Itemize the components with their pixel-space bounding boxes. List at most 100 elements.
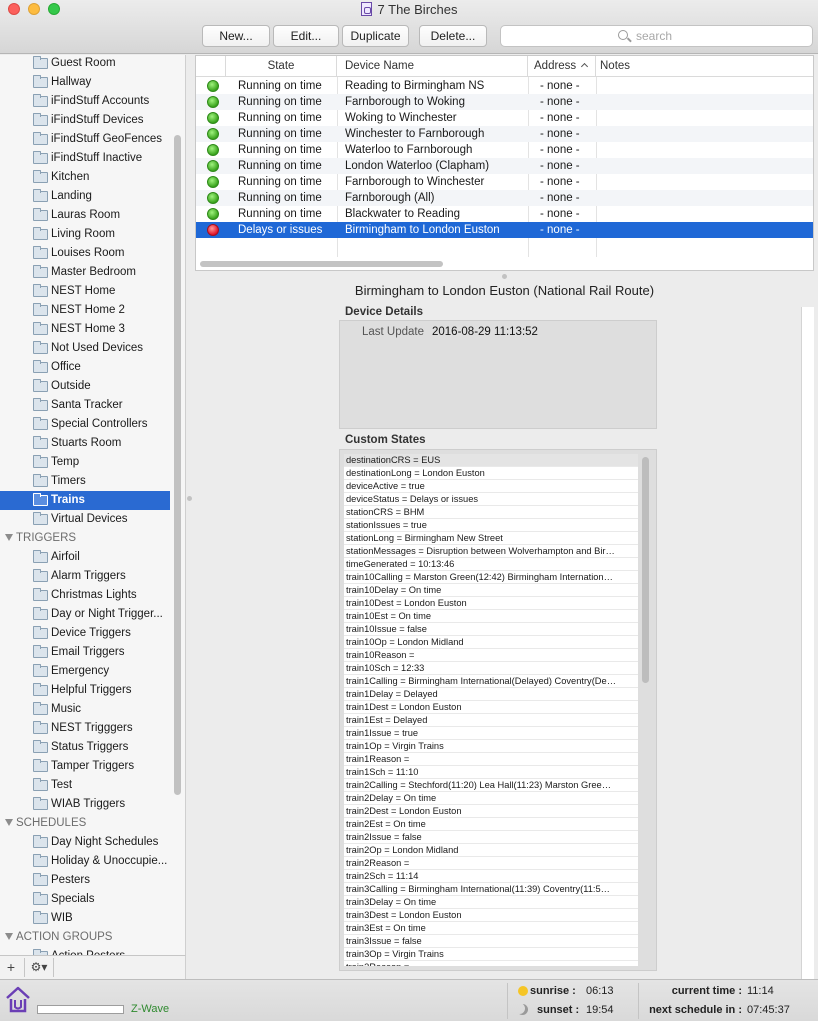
sidebar-item-status-triggers[interactable]: Status Triggers xyxy=(0,738,170,757)
sidebar-item-helpful-triggers[interactable]: Helpful Triggers xyxy=(0,681,170,700)
sidebar-item-emergency[interactable]: Emergency xyxy=(0,662,170,681)
split-view-handle[interactable] xyxy=(187,496,192,501)
sidebar-item-special-controllers[interactable]: Special Controllers xyxy=(0,415,170,434)
sidebar-item-test[interactable]: Test xyxy=(0,776,170,795)
table-row[interactable]: Running on time Blackwater to Reading - no… xyxy=(196,206,813,222)
custom-state-row[interactable]: timeGenerated = 10:13:46 xyxy=(344,558,638,571)
sidebar-item-stuarts-room[interactable]: Stuarts Room xyxy=(0,434,170,453)
status-column-header[interactable] xyxy=(196,56,226,77)
pane-split-handle[interactable] xyxy=(502,274,507,279)
sidebar-item-day-or-night-trigger[interactable]: Day or Night Trigger... xyxy=(0,605,170,624)
table-row[interactable]: Running on time Farnborough (All) - none - xyxy=(196,190,813,206)
sidebar-item-not-used-devices[interactable]: Not Used Devices xyxy=(0,339,170,358)
sidebar-item-wib[interactable]: WIB xyxy=(0,909,170,928)
sidebar-item-nest-home[interactable]: NEST Home xyxy=(0,282,170,301)
sidebar-item-wiab-triggers[interactable]: WIAB Triggers xyxy=(0,795,170,814)
custom-state-row[interactable]: deviceStatus = Delays or issues xyxy=(344,493,638,506)
custom-state-row[interactable]: train10Reason = xyxy=(344,649,638,662)
edit-button[interactable]: Edit... xyxy=(273,25,339,47)
custom-state-row[interactable]: train3Op = Virgin Trains xyxy=(344,948,638,961)
sidebar-item-outside[interactable]: Outside xyxy=(0,377,170,396)
sidebar-scrollbar[interactable] xyxy=(174,135,181,795)
sidebar-item-living-room[interactable]: Living Room xyxy=(0,225,170,244)
sidebar-item-kitchen[interactable]: Kitchen xyxy=(0,168,170,187)
table-horizontal-scrollbar[interactable] xyxy=(200,261,443,267)
table-row[interactable]: Running on time Farnborough to Woking - no… xyxy=(196,94,813,110)
custom-state-row[interactable]: train2Dest = London Euston xyxy=(344,805,638,818)
sidebar-item-trains[interactable]: Trains xyxy=(0,491,170,510)
sidebar-item-ifindstuff-accounts[interactable]: iFindStuff Accounts xyxy=(0,92,170,111)
custom-state-row[interactable]: deviceActive = true xyxy=(344,480,638,493)
table-row[interactable]: Running on time Woking to Winchester - non… xyxy=(196,110,813,126)
custom-state-row[interactable]: train1Sch = 11:10 xyxy=(344,766,638,779)
sidebar-item-louises-room[interactable]: Louises Room xyxy=(0,244,170,263)
disclosure-triangle-icon[interactable] xyxy=(5,819,13,826)
state-column-header[interactable]: State xyxy=(226,56,337,77)
sidebar-item-santa-tracker[interactable]: Santa Tracker xyxy=(0,396,170,415)
sidebar-item-landing[interactable]: Landing xyxy=(0,187,170,206)
custom-states-scrollbar[interactable] xyxy=(642,457,649,683)
table-row[interactable]: Delays or issues Birmingham to London Eus… xyxy=(196,222,813,238)
custom-state-row[interactable]: train1Dest = London Euston xyxy=(344,701,638,714)
custom-states-list[interactable]: destinationCRS = EUS destinationLong = Lo… xyxy=(344,454,638,966)
sidebar-item-music[interactable]: Music xyxy=(0,700,170,719)
custom-state-row[interactable]: train2Delay = On time xyxy=(344,792,638,805)
disclosure-triangle-icon[interactable] xyxy=(5,933,13,940)
custom-state-row[interactable]: train1Calling = Birmingham International… xyxy=(344,675,638,688)
sidebar-item-ifindstuff-devices[interactable]: iFindStuff Devices xyxy=(0,111,170,130)
custom-state-row[interactable]: train10Calling = Marston Green(12:42) Bi… xyxy=(344,571,638,584)
table-row[interactable]: Running on time Waterloo to Farnborough - … xyxy=(196,142,813,158)
custom-state-row[interactable]: train10Delay = On time xyxy=(344,584,638,597)
sidebar-item-action-pesters[interactable]: Action Pesters xyxy=(0,947,170,955)
sidebar-item-holiday-unoccupie[interactable]: Holiday & Unoccupie... xyxy=(0,852,170,871)
custom-state-row[interactable]: destinationCRS = EUS xyxy=(344,454,638,467)
sidebar-item-master-bedroom[interactable]: Master Bedroom xyxy=(0,263,170,282)
custom-state-row[interactable]: train10Issue = false xyxy=(344,623,638,636)
new-button[interactable]: New... xyxy=(202,25,270,47)
sidebar-item-hallway[interactable]: Hallway xyxy=(0,73,170,92)
custom-state-row[interactable]: train10Dest = London Euston xyxy=(344,597,638,610)
custom-state-row[interactable]: train3Issue = false xyxy=(344,935,638,948)
custom-state-row[interactable]: train3Reason = xyxy=(344,961,638,966)
custom-state-row[interactable]: train3Delay = On time xyxy=(344,896,638,909)
delete-button[interactable]: Delete... xyxy=(419,25,487,47)
gear-menu-button[interactable]: ⚙▾ xyxy=(24,958,54,977)
search-input[interactable]: search xyxy=(500,25,813,47)
table-row[interactable]: Running on time Farnborough to Winchester… xyxy=(196,174,813,190)
sidebar-item-lauras-room[interactable]: Lauras Room xyxy=(0,206,170,225)
custom-state-row[interactable]: train2Issue = false xyxy=(344,831,638,844)
table-row[interactable]: Running on time London Waterloo (Clapham)… xyxy=(196,158,813,174)
sidebar-item-specials[interactable]: Specials xyxy=(0,890,170,909)
custom-state-row[interactable]: train3Calling = Birmingham International… xyxy=(344,883,638,896)
sidebar-section-triggers[interactable]: TRIGGERS xyxy=(0,529,170,548)
table-row[interactable]: Running on time Winchester to Farnborough… xyxy=(196,126,813,142)
custom-state-row[interactable]: train1Issue = true xyxy=(344,727,638,740)
sidebar-item-pesters[interactable]: Pesters xyxy=(0,871,170,890)
duplicate-button[interactable]: Duplicate xyxy=(342,25,409,47)
sidebar-section-schedules[interactable]: SCHEDULES xyxy=(0,814,170,833)
custom-state-row[interactable]: stationCRS = BHM xyxy=(344,506,638,519)
custom-state-row[interactable]: train1Reason = xyxy=(344,753,638,766)
notes-column-header[interactable]: Notes xyxy=(596,56,813,77)
sidebar-item-guest-room[interactable]: Guest Room xyxy=(0,55,170,73)
sidebar-item-virtual-devices[interactable]: Virtual Devices xyxy=(0,510,170,529)
sidebar-item-ifindstuff-geofences[interactable]: iFindStuff GeoFences xyxy=(0,130,170,149)
custom-state-row[interactable]: train2Sch = 11:14 xyxy=(344,870,638,883)
custom-state-row[interactable]: train2Calling = Stechford(11:20) Lea Hal… xyxy=(344,779,638,792)
sidebar-item-tamper-triggers[interactable]: Tamper Triggers xyxy=(0,757,170,776)
custom-state-row[interactable]: destinationLong = London Euston xyxy=(344,467,638,480)
sidebar-item-temp[interactable]: Temp xyxy=(0,453,170,472)
custom-state-row[interactable]: train2Op = London Midland xyxy=(344,844,638,857)
sidebar-item-airfoil[interactable]: Airfoil xyxy=(0,548,170,567)
custom-state-row[interactable]: train10Est = On time xyxy=(344,610,638,623)
detail-scrollbar-track[interactable] xyxy=(801,307,814,979)
sidebar-item-christmas-lights[interactable]: Christmas Lights xyxy=(0,586,170,605)
address-column-header[interactable]: Address xyxy=(528,56,596,77)
custom-state-row[interactable]: stationLong = Birmingham New Street xyxy=(344,532,638,545)
custom-state-row[interactable]: train1Delay = Delayed xyxy=(344,688,638,701)
sidebar-item-nest-trigggers[interactable]: NEST Trigggers xyxy=(0,719,170,738)
custom-state-row[interactable]: stationMessages = Disruption between Wol… xyxy=(344,545,638,558)
custom-state-row[interactable]: train2Reason = xyxy=(344,857,638,870)
custom-state-row[interactable]: train3Est = On time xyxy=(344,922,638,935)
sidebar-item-device-triggers[interactable]: Device Triggers xyxy=(0,624,170,643)
